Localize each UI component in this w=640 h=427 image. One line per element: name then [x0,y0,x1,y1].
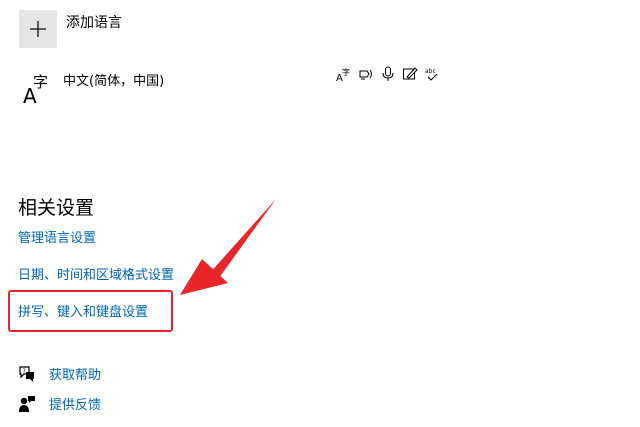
related-settings-title: 相关设置 [18,197,95,219]
get-help-row[interactable]: ? 获取帮助 [18,364,101,383]
get-help-link[interactable]: 获取帮助 [49,364,101,383]
svg-text:abc: abc [425,68,436,75]
add-language-label: 添加语言 [66,15,122,31]
display-language-icon: A 字 [336,66,352,82]
handwriting-icon [402,66,418,82]
speech-recognition-icon [380,66,396,82]
spell-check-icon: abc [424,66,440,82]
feedback-person-icon [18,395,36,413]
language-settings-page: 添加语言 A 字 中文(简体，中国) A 字 abc 相关设置 管理语言设置 日… [0,0,640,427]
plus-icon [19,10,57,48]
annotation-arrow-icon [180,199,276,295]
language-item-chinese[interactable]: A 字 中文(简体，中国) A 字 abc [22,66,442,106]
svg-text:字: 字 [342,67,350,77]
language-feature-icons: A 字 abc [336,66,440,82]
svg-text:?: ? [23,368,26,375]
annotation-highlight-box [8,290,173,332]
add-language-button[interactable]: 添加语言 [19,10,122,48]
help-chat-icon: ? [18,365,36,383]
svg-text:字: 字 [33,73,48,91]
feedback-row[interactable]: 提供反馈 [18,394,101,413]
language-name: 中文(简体，中国) [63,74,165,89]
language-icon: A 字 [23,73,48,106]
date-time-region-settings-link[interactable]: 日期、时间和区域格式设置 [18,264,174,283]
text-to-speech-icon [358,66,374,82]
give-feedback-link[interactable]: 提供反馈 [49,394,101,413]
manage-language-settings-link[interactable]: 管理语言设置 [18,227,96,246]
